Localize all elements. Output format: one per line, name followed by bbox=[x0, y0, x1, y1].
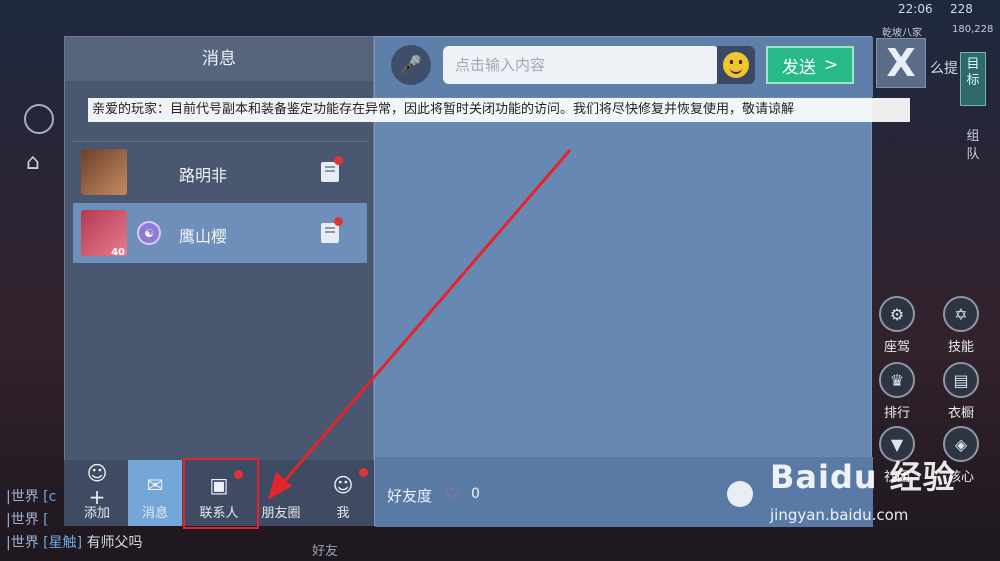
emoji-button[interactable] bbox=[717, 46, 755, 84]
chevron-right-icon: > bbox=[823, 55, 839, 75]
envelope-icon: ✉ bbox=[146, 473, 164, 497]
chat-sender: [ bbox=[43, 512, 49, 528]
message-icon[interactable] bbox=[321, 223, 339, 243]
side-button-wardrobe[interactable]: ▤ 衣橱 bbox=[938, 362, 984, 432]
friendship-value: 0 bbox=[471, 486, 480, 502]
home-icon[interactable]: ⌂ bbox=[26, 150, 40, 175]
level-badge: 40 bbox=[111, 247, 125, 258]
contact-item-selected[interactable]: 40 ☯ 鹰山樱 bbox=[73, 203, 367, 263]
gender-badge-icon: ☯ bbox=[137, 221, 161, 245]
team-button[interactable]: 组队 bbox=[962, 128, 984, 164]
chat-input[interactable] bbox=[443, 46, 719, 84]
tab-me[interactable]: ☺ 我 bbox=[316, 460, 370, 526]
heart-icon: ♡ bbox=[445, 485, 461, 505]
avatar: 40 bbox=[81, 210, 127, 258]
chat-log-line: |世界 [星触] 有师父吗 bbox=[6, 532, 143, 552]
tab-label: 我 bbox=[336, 506, 350, 521]
side-button-label: 座驾 bbox=[883, 340, 910, 355]
emoji-icon bbox=[723, 52, 749, 78]
side-button-rank[interactable]: ♛ 排行 bbox=[874, 362, 920, 432]
coin-count-label: 180,228 bbox=[952, 24, 994, 35]
friendship-label: 好友度 bbox=[387, 487, 433, 505]
panel-title: 消息 bbox=[65, 37, 373, 81]
clock-label: 22:06 bbox=[898, 2, 933, 16]
side-button-label: 排行 bbox=[883, 406, 910, 421]
tab-add[interactable]: ☺+ 添加 bbox=[70, 460, 124, 526]
send-button[interactable]: 发送 > bbox=[766, 46, 854, 84]
unread-dot-icon bbox=[334, 217, 343, 226]
chat-log-line: |世界 [c bbox=[6, 486, 56, 506]
close-button[interactable]: X bbox=[876, 38, 926, 88]
steering-icon: ⚙ bbox=[879, 296, 915, 332]
microphone-icon[interactable]: 🎤 bbox=[391, 45, 431, 85]
send-label: 发送 bbox=[781, 57, 816, 78]
add-friend-icon: ☺+ bbox=[86, 461, 108, 509]
tab-label: 朋友圈 bbox=[261, 506, 301, 521]
side-button-label: 技能 bbox=[947, 340, 974, 355]
chat-channel: |世界 bbox=[6, 535, 39, 551]
contact-name: 鹰山樱 bbox=[179, 227, 228, 246]
watermark-main: Baidu 经验 bbox=[770, 458, 956, 496]
tab-messages[interactable]: ✉ 消息 bbox=[128, 460, 182, 526]
system-notice-banner: 亲爱的玩家：目前代号副本和装备鉴定功能存在异常，因此将暂时关闭功能的访问。我们将… bbox=[88, 98, 910, 122]
chat-input-bar: 🎤 发送 > bbox=[375, 37, 873, 97]
unread-dot-icon bbox=[334, 156, 343, 165]
chat-sender: [星触] bbox=[43, 535, 83, 551]
wardrobe-icon: ▤ bbox=[943, 362, 979, 398]
side-button-skill[interactable]: ✡ 技能 bbox=[938, 296, 984, 366]
contact-name: 路明非 bbox=[179, 166, 228, 185]
side-text-label: 么提 bbox=[930, 61, 958, 77]
tab-moments[interactable]: ✢ 朋友圈 bbox=[252, 460, 310, 526]
profile-icon[interactable] bbox=[727, 481, 753, 507]
tab-label: 添加 bbox=[83, 506, 110, 521]
unread-dot-icon bbox=[359, 468, 368, 477]
contact-item[interactable]: 路明非 bbox=[73, 142, 367, 202]
tab-label: 消息 bbox=[141, 506, 168, 521]
message-icon[interactable] bbox=[321, 162, 339, 182]
player-name-label: 乾坡八家 bbox=[882, 28, 922, 39]
baidu-watermark: Baidu 经验 jingyan.baidu.com bbox=[770, 452, 956, 524]
highlight-box bbox=[183, 458, 259, 529]
pinwheel-icon: ✢ bbox=[272, 473, 290, 497]
side-button-vehicle[interactable]: ⚙ 座驾 bbox=[874, 296, 920, 366]
chat-log-line: |世界 [ bbox=[6, 509, 49, 529]
avatar bbox=[81, 149, 127, 195]
friend-bottom-label: 好友 bbox=[312, 544, 339, 559]
chat-sender: [c bbox=[43, 489, 57, 505]
chat-channel: |世界 bbox=[6, 489, 39, 505]
smiley-icon: ☺ bbox=[332, 473, 354, 497]
battery-label: 228 bbox=[950, 2, 973, 16]
watermark-url: jingyan.baidu.com bbox=[770, 506, 909, 524]
side-button-label: 衣橱 bbox=[947, 406, 974, 421]
hexagram-icon: ✡ bbox=[943, 296, 979, 332]
chat-channel: |世界 bbox=[6, 512, 39, 528]
eye-icon[interactable] bbox=[24, 104, 54, 134]
target-button[interactable]: 目标 bbox=[960, 52, 986, 106]
chat-text: 有师父吗 bbox=[86, 535, 143, 551]
crown-icon: ♛ bbox=[879, 362, 915, 398]
